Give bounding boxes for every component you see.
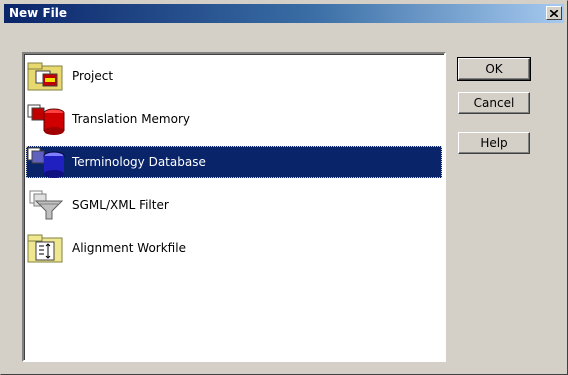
list-item-terminology-database[interactable]: Terminology Database	[26, 146, 442, 178]
list-item-label: Alignment Workfile	[72, 241, 186, 255]
file-type-list[interactable]: Project Translation Memory Terminology D…	[22, 52, 446, 362]
help-button[interactable]: Help	[458, 132, 530, 154]
new-file-dialog: New File Project Translation Memory Term…	[0, 0, 568, 375]
project-icon	[26, 60, 70, 92]
filter-icon	[26, 189, 70, 221]
list-item-label: Terminology Database	[72, 155, 206, 169]
list-item-translation-memory[interactable]: Translation Memory	[26, 103, 442, 135]
alignment-workfile-icon	[26, 232, 70, 264]
ok-button[interactable]: OK	[457, 57, 531, 81]
list-item-label: Project	[72, 69, 114, 83]
list-item-label: Translation Memory	[72, 112, 191, 126]
close-icon	[550, 9, 558, 17]
list-item-label: SGML/XML Filter	[72, 198, 169, 212]
terminology-database-icon	[26, 146, 70, 178]
list-item-sgml-xml-filter[interactable]: SGML/XML Filter	[26, 189, 442, 221]
translation-memory-icon	[26, 103, 70, 135]
title-bar[interactable]: New File	[4, 4, 564, 23]
list-item-project[interactable]: Project	[26, 60, 442, 92]
cancel-button[interactable]: Cancel	[458, 92, 530, 114]
window-title: New File	[9, 6, 68, 20]
list-item-alignment-workfile[interactable]: Alignment Workfile	[26, 232, 442, 264]
close-button[interactable]	[546, 6, 562, 20]
